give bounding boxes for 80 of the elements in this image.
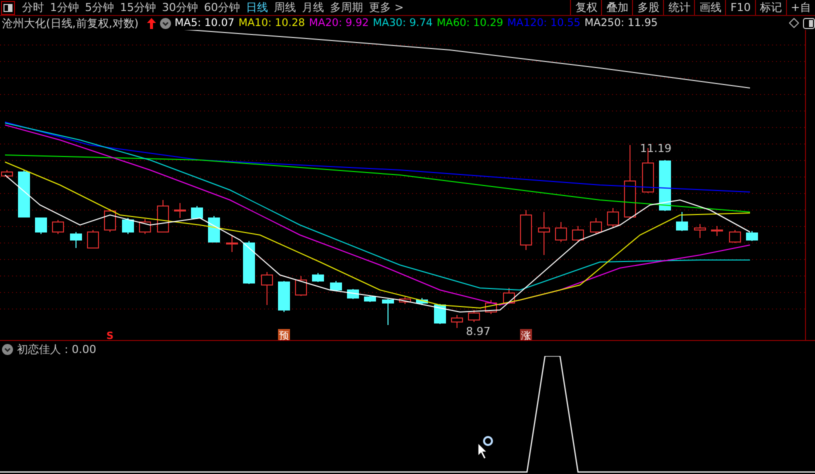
candlestick	[746, 230, 758, 242]
candlestick	[434, 304, 446, 324]
candlestick	[729, 230, 741, 244]
period-tab[interactable]: 多周期	[327, 0, 366, 15]
candlestick	[261, 272, 273, 306]
signal-tag: 涨	[520, 329, 532, 340]
period-tab[interactable]: 1分钟	[47, 0, 82, 15]
period-tab[interactable]: 周线	[271, 0, 299, 15]
candlestick	[503, 288, 515, 304]
candlestick	[694, 224, 706, 238]
candlestick	[485, 300, 497, 314]
candlestick	[174, 202, 186, 218]
candlestick	[208, 216, 220, 242]
candlestick	[399, 296, 411, 304]
mouse-cursor-icon	[478, 442, 488, 460]
candlestick	[139, 218, 151, 234]
period-tab[interactable]: 60分钟	[201, 0, 243, 15]
moving-average-value: MA5: 10.07	[174, 17, 234, 29]
candlestick	[538, 212, 550, 256]
candlestick	[590, 218, 602, 234]
indicator-title: 初恋佳人 : 0.00	[17, 342, 96, 357]
up-arrow-icon	[146, 18, 156, 28]
candlestick	[572, 226, 584, 242]
candlestick	[451, 314, 463, 328]
toolbar-button[interactable]: 统计	[663, 0, 694, 15]
candlestick	[243, 240, 255, 284]
toolbar-button[interactable]: 多股	[632, 0, 664, 15]
candlestick	[312, 272, 324, 282]
panel-icon[interactable]	[1, 1, 15, 15]
candlestick	[70, 232, 82, 248]
moving-average-value: MA60: 10.29	[436, 17, 504, 29]
candlestick	[468, 310, 480, 322]
signal-mark: S	[106, 331, 114, 340]
candlestick	[52, 220, 64, 234]
chevron-down-icon[interactable]	[160, 18, 171, 28]
chevron-down-icon[interactable]	[2, 344, 13, 355]
candlestick	[157, 200, 169, 232]
toolbar-button[interactable]: 叠加	[601, 0, 632, 15]
candlestick	[104, 208, 116, 232]
high-price-label: 11.19	[640, 142, 672, 155]
loading-ring-icon	[483, 436, 493, 446]
candlestick	[295, 276, 307, 296]
candlestick	[330, 280, 342, 292]
candlestick	[226, 236, 238, 252]
period-tab[interactable]: 15分钟	[117, 0, 159, 15]
moving-average-value: MA10: 10.28	[238, 17, 305, 29]
period-tab[interactable]: 日线	[243, 0, 271, 15]
low-price-label: 8.97	[466, 325, 490, 338]
candlestick	[347, 288, 359, 300]
period-tab[interactable]: 分时	[19, 0, 47, 15]
chart-title: 沧州大化(日线,前复权,对数)	[2, 16, 139, 30]
moving-average-value: MA250: 11.95	[584, 17, 658, 29]
toolbar-button[interactable]: 画线	[694, 0, 726, 15]
candlestick	[607, 208, 619, 228]
candlestick	[659, 160, 671, 212]
candlestick	[555, 222, 567, 242]
candlestick	[191, 206, 203, 220]
toolbar-button[interactable]: 复权	[570, 0, 602, 15]
moving-average-value: MA30: 9.74	[372, 17, 433, 29]
candlestick	[122, 218, 134, 234]
candlestick	[711, 226, 723, 236]
period-tab[interactable]: 更多 >	[366, 0, 407, 15]
candlestick	[35, 218, 47, 234]
diamond-icon[interactable]	[789, 18, 799, 28]
period-tab[interactable]: 5分钟	[82, 0, 117, 15]
candlestick	[416, 298, 428, 306]
period-tab[interactable]: 30分钟	[159, 0, 201, 15]
toolbar-button[interactable]: +自	[786, 0, 815, 15]
candlestick	[278, 280, 290, 312]
moving-average-value: MA120: 10.55	[507, 17, 580, 29]
toolbar-button[interactable]: F10	[725, 0, 755, 15]
period-tab[interactable]: 月线	[299, 0, 327, 15]
moving-average-value: MA20: 9.92	[308, 17, 369, 29]
candlestick	[382, 298, 394, 326]
candlestick	[364, 296, 376, 302]
toolbar-button[interactable]: 标记	[754, 0, 786, 15]
candlestick	[676, 212, 688, 232]
candlestick	[520, 210, 532, 250]
candlestick	[87, 230, 99, 248]
candlestick	[18, 170, 30, 218]
